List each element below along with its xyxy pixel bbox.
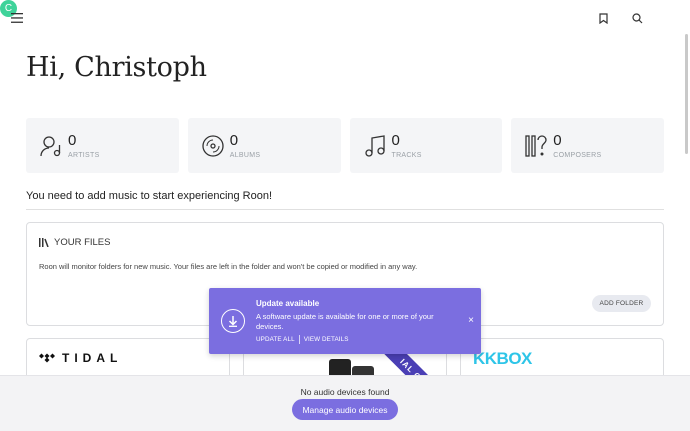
stat-composers[interactable]: 0 COMPOSERS [511,118,664,173]
stat-albums[interactable]: 0 ALBUMS [187,118,341,173]
track-icon [364,135,385,157]
files-title: YOUR FILES [39,237,111,248]
separator [298,335,300,344]
empty-library-notice: You need to add music to start experienc… [26,190,273,202]
stat-label: ARTISTS [68,152,100,159]
stat-tracks[interactable]: 0 TRACKS [349,118,503,173]
update-all-link[interactable]: UPDATE ALL [256,336,295,343]
search-icon[interactable] [628,9,646,27]
top-bar: C [0,0,690,36]
stat-label: ALBUMS [229,152,261,159]
view-details-link[interactable]: VIEW DETAILS [304,336,349,343]
add-folder-button[interactable]: ADD FOLDER [592,295,651,312]
files-title-label: YOUR FILES [54,237,111,248]
tidal-diamonds-icon [39,353,55,363]
album-icon [202,135,224,157]
stat-artists[interactable]: 0 ARTISTS [26,118,179,173]
stat-value: 0 [68,132,77,149]
bookmark-icon[interactable] [594,9,612,27]
divider [26,209,664,210]
stat-label: COMPOSERS [553,152,602,159]
close-icon[interactable]: × [466,316,476,326]
toast-actions: UPDATE ALL VIEW DETAILS [256,335,349,344]
page-title: Hi, Christoph [26,52,207,83]
tidal-label: TIDAL [62,351,123,365]
library-icon [39,238,49,247]
update-toast: Update available A software update is av… [209,288,481,354]
download-icon [221,309,245,333]
no-devices-text: No audio devices found [300,387,390,397]
library-stats: 0 ARTISTS 0 ALBUMS 0 TRACKS 0 COMPOSERS [26,118,664,173]
stat-value: 0 [553,132,562,149]
stat-label: TRACKS [391,152,422,159]
stat-value: 0 [229,132,239,149]
manage-audio-devices-button[interactable]: Manage audio devices [292,399,398,420]
tidal-logo: TIDAL [39,351,122,365]
files-description: Roon will monitor folders for new music.… [39,262,418,271]
toast-body: A software update is available for one o… [256,312,434,331]
composer-icon [525,135,547,157]
toast-title: Update available [256,299,320,308]
menu-icon[interactable] [8,9,26,27]
artist-icon [40,136,61,157]
scrollbar[interactable] [685,34,688,154]
audio-devices-bar: No audio devices found Manage audio devi… [0,375,690,431]
kkbox-logo: KKBOX [473,349,532,368]
stat-value: 0 [391,132,400,149]
